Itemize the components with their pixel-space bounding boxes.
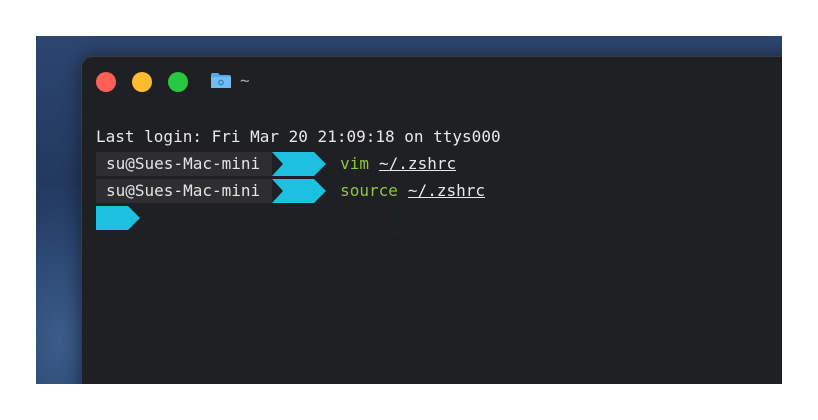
prompt-dir-label: ~ (204, 255, 215, 275)
terminal-output[interactable]: Last login: Fri Mar 20 21:09:18 on ttys0… (96, 123, 782, 275)
last-login-line: Last login: Fri Mar 20 21:09:18 on ttys0… (96, 127, 501, 146)
zoom-button[interactable] (168, 72, 188, 92)
close-button[interactable] (96, 72, 116, 92)
prompt-arrow-shape (96, 205, 140, 230)
prompt-arrow-shape (272, 178, 327, 203)
terminal-window[interactable]: ~ Last login: Fri Mar 20 21:09:18 on tty… (81, 56, 782, 384)
prompt-line: su@Sues-Mac-mini ~ vim ~/.zshrc (96, 150, 782, 221)
window-title: ~ (240, 71, 250, 90)
command-argument: ~/.zshrc (379, 154, 457, 173)
folder-icon (211, 73, 231, 88)
prompt-user-host: su@Sues-Mac-mini (96, 151, 273, 176)
title-bar[interactable]: ~ (82, 57, 782, 105)
desktop-background: ~ Last login: Fri Mar 20 21:09:18 on tty… (36, 36, 782, 384)
current-prompt-directory: ~ (96, 205, 214, 275)
command-argument: ~/.zshrc (407, 181, 485, 200)
minimize-button[interactable] (132, 72, 152, 92)
prompt-arrow-shape (272, 151, 327, 176)
current-prompt-line[interactable]: ~ (96, 204, 782, 275)
prompt-line: su@Sues-Mac-mini ~ source ~/.zshrc (96, 177, 782, 248)
prompt-user-host: su@Sues-Mac-mini (96, 178, 273, 203)
prompt-directory-segment: ~ (272, 178, 398, 248)
prompt-directory-segment: ~ (272, 151, 398, 221)
prompt-dir-label: ~ (388, 228, 399, 248)
prompt-dir-label: ~ (388, 201, 399, 221)
command-name: vim (340, 154, 370, 173)
